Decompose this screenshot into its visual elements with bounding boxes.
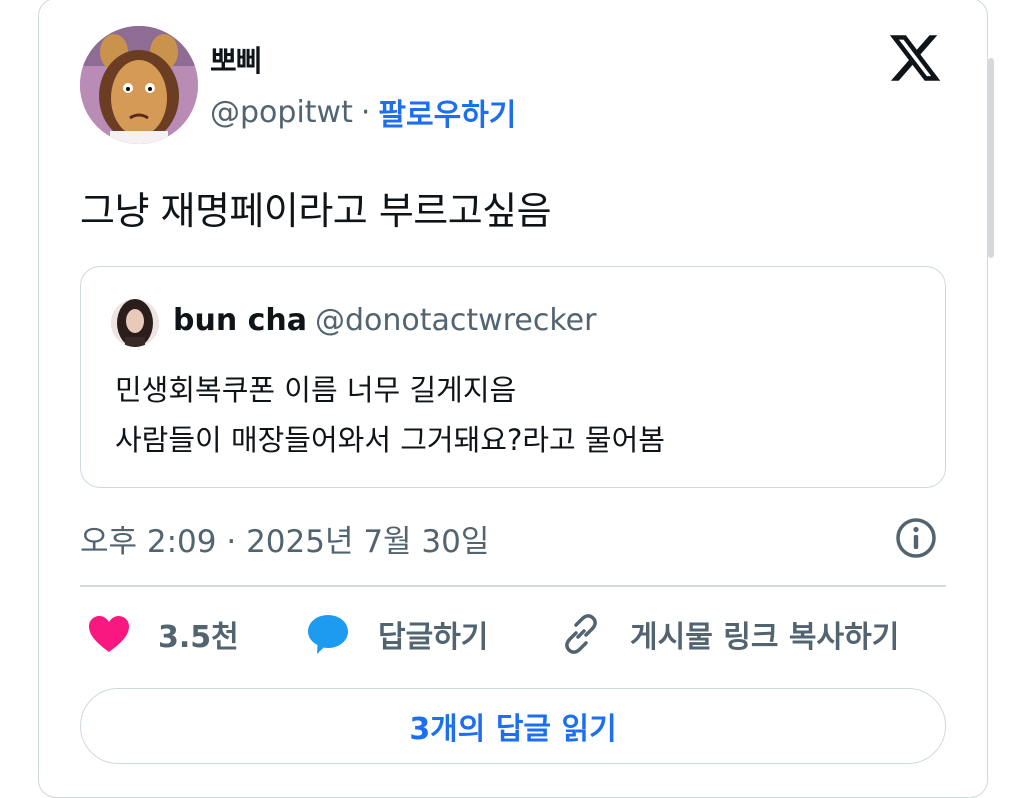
info-icon[interactable] <box>894 516 938 560</box>
author-handle[interactable]: @popitwt <box>210 95 353 130</box>
scrollbar[interactable] <box>988 58 994 258</box>
reply-bubble-icon <box>308 615 348 654</box>
quoted-author-name: bun cha <box>173 303 308 338</box>
copy-link-button[interactable]: 게시물 링크 복사하기 <box>560 612 899 656</box>
reply-button[interactable]: 답글하기 <box>306 612 488 656</box>
quoted-avatar[interactable] <box>111 299 159 347</box>
separator-dot: · <box>360 94 371 130</box>
quoted-text-line: 민생회복쿠폰 이름 너무 길게지음 <box>115 373 517 407</box>
like-button[interactable]: 3.5천 <box>88 612 239 656</box>
x-logo-icon[interactable] <box>886 30 944 86</box>
heart-icon <box>89 616 129 652</box>
timestamp[interactable]: 오후 2:09 · 2025년 7월 30일 <box>80 516 489 561</box>
reply-label: 답글하기 <box>378 620 489 655</box>
avatar[interactable] <box>80 26 198 144</box>
quoted-text-line: 사람들이 매장들어와서 그거돼요?라고 물어봄 <box>115 423 665 457</box>
tweet-text: 그냥 재명페이라고 부르고싶음 <box>80 189 552 233</box>
follow-button[interactable]: 팔로우하기 <box>378 90 516 134</box>
read-replies-button[interactable]: 3개의 답글 읽기 <box>80 688 946 764</box>
divider <box>80 585 946 587</box>
link-icon <box>565 614 597 654</box>
copy-link-label: 게시물 링크 복사하기 <box>630 620 900 655</box>
author-name[interactable]: 뽀삐 <box>210 38 262 80</box>
quoted-tweet[interactable]: bun cha @donotactwrecker 민생회복쿠폰 이름 너무 길게… <box>80 266 946 488</box>
quoted-author-handle: @donotactwrecker <box>315 303 597 338</box>
like-count: 3.5천 <box>158 620 239 655</box>
author-handle-row: @popitwt · 팔로우하기 <box>210 90 516 134</box>
